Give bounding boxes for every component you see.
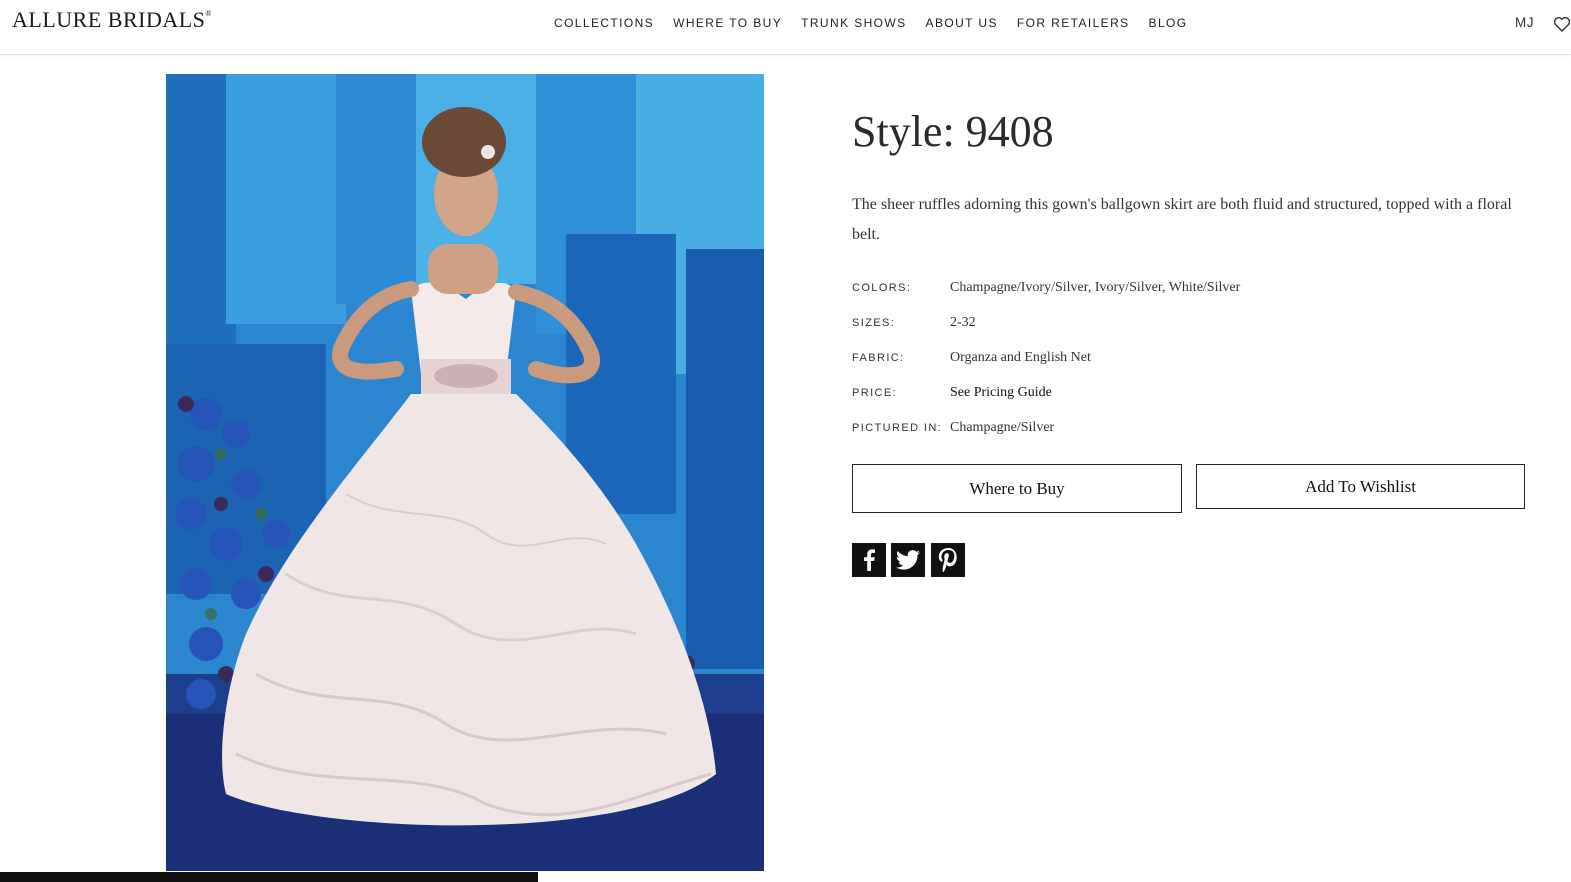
spec-row-colors: COLORS: Champagne/Ivory/Silver, Ivory/Si…	[852, 280, 1240, 296]
spec-value: Champagne/Silver	[950, 420, 1055, 435]
pinterest-share-button[interactable]	[931, 543, 965, 577]
spec-value: Champagne/Ivory/Silver, Ivory/Silver, Wh…	[950, 280, 1241, 295]
spec-row-pictured-in: PICTURED IN: Champagne/Silver	[852, 420, 1054, 436]
spec-label: SIZES:	[852, 317, 896, 329]
nav-about-us[interactable]: ABOUT US	[926, 16, 998, 30]
product-description: The sheer ruffles adorning this gown's b…	[852, 196, 1512, 243]
browser-status-bar	[0, 872, 538, 882]
spec-row-sizes: SIZES: 2-32	[852, 315, 976, 331]
spec-value: Organza and English Net	[950, 350, 1091, 365]
where-to-buy-button[interactable]: Where to Buy	[852, 464, 1182, 513]
twitter-share-button[interactable]	[891, 543, 925, 577]
user-account-link[interactable]: MJ	[1515, 15, 1534, 30]
pricing-guide-link[interactable]: See Pricing Guide	[950, 385, 1052, 401]
wishlist-heart-icon[interactable]	[1553, 16, 1571, 32]
spec-value: 2-32	[950, 315, 976, 330]
product-title: Style: 9408	[852, 107, 1054, 156]
facebook-share-button[interactable]	[852, 543, 886, 577]
nav-blog[interactable]: BLOG	[1149, 16, 1188, 30]
facebook-icon	[864, 549, 875, 571]
add-to-wishlist-button[interactable]: Add To Wishlist	[1196, 464, 1525, 509]
nav-collections[interactable]: COLLECTIONS	[554, 16, 654, 30]
spec-label: PICTURED IN:	[852, 422, 943, 434]
spec-row-price: PRICE: See Pricing Guide	[852, 385, 1052, 401]
nav-where-to-buy[interactable]: WHERE TO BUY	[673, 16, 782, 30]
twitter-icon	[896, 550, 920, 570]
spec-row-fabric: FABRIC: Organza and English Net	[852, 350, 1091, 366]
spec-label: PRICE:	[852, 387, 898, 399]
product-image[interactable]	[166, 74, 764, 871]
nav-trunk-shows[interactable]: TRUNK SHOWS	[801, 16, 906, 30]
spec-label: COLORS:	[852, 282, 912, 294]
nav-for-retailers[interactable]: FOR RETAILERS	[1017, 16, 1130, 30]
spec-label: FABRIC:	[852, 352, 905, 364]
main-nav: COLLECTIONS WHERE TO BUY TRUNK SHOWS ABO…	[554, 16, 1207, 30]
brand-logo[interactable]: Allure Bridals®	[12, 7, 212, 33]
site-header: Allure Bridals® COLLECTIONS WHERE TO BUY…	[0, 0, 1571, 55]
pinterest-icon	[938, 548, 957, 572]
